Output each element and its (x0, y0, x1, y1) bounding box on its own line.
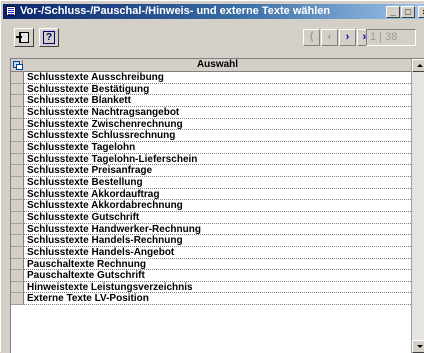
help-icon: ? (43, 31, 55, 44)
record-counter: 1 | 38 (366, 29, 416, 46)
row-selector[interactable] (11, 235, 24, 247)
row-label[interactable]: Schlusstexte Handwerker-Rechnung (24, 224, 411, 236)
row-label[interactable]: Schlusstexte Akkordauftrag (24, 189, 411, 201)
row-label[interactable]: Hinweistexte Leistungsverzeichnis (24, 282, 411, 294)
table-row[interactable]: Schlusstexte Nachtragsangebot (11, 106, 411, 119)
row-label[interactable]: Schlusstexte Tagelohn (24, 142, 411, 154)
row-label[interactable]: Schlusstexte Blankett (24, 95, 411, 107)
row-label[interactable]: Schlusstexte Ausschreibung (24, 72, 411, 84)
table-row[interactable]: Schlusstexte Handels-Angebot (11, 246, 411, 259)
row-selector[interactable] (11, 258, 24, 271)
table-row[interactable]: Schlusstexte Akkordauftrag (11, 188, 411, 201)
exit-button[interactable] (14, 28, 34, 47)
grid-rows: Schlusstexte Ausschreibung Schlusstexte B… (11, 72, 411, 306)
table-row[interactable]: Pauschaltexte Rechnung (11, 258, 411, 271)
table-row[interactable]: Schlusstexte Akkordabrechnung (11, 200, 411, 212)
table-row[interactable]: Schlusstexte Preisanfrage (11, 165, 411, 177)
row-label[interactable]: Schlusstexte Gutschrift (24, 212, 411, 224)
row-selector[interactable] (11, 141, 24, 154)
row-selector[interactable] (11, 211, 24, 224)
table-row[interactable]: Schlusstexte Tagelohn-Lieferschein (11, 153, 411, 166)
row-label[interactable]: Schlusstexte Akkordabrechnung (24, 200, 411, 212)
previous-record-button[interactable]: ‹ (321, 29, 338, 46)
row-selector[interactable] (11, 165, 24, 177)
row-selector[interactable] (11, 118, 24, 131)
table-window-icon (6, 6, 16, 16)
table-row[interactable]: Schlusstexte Zwischenrechnung (11, 118, 411, 131)
vertical-scrollbar[interactable] (411, 59, 424, 353)
table-row[interactable]: Schlusstexte Handels-Rechnung (11, 235, 411, 247)
table-row[interactable]: Schlusstexte Tagelohn (11, 141, 411, 154)
row-selector[interactable] (11, 270, 24, 282)
scroll-up-button[interactable] (412, 59, 424, 72)
selection-grid: Auswahl Schlusstexte Ausschreibung Schlus… (10, 58, 424, 353)
row-label[interactable]: Schlusstexte Bestätigung (24, 84, 411, 96)
table-row[interactable]: Schlusstexte Ausschreibung (11, 72, 411, 84)
table-row[interactable]: Externe Texte LV-Position (11, 293, 411, 306)
row-label[interactable]: Schlusstexte Nachtragsangebot (24, 107, 411, 119)
row-label[interactable]: Schlusstexte Tagelohn-Lieferschein (24, 154, 411, 166)
row-selector[interactable] (11, 246, 24, 259)
row-label[interactable]: Pauschaltexte Rechnung (24, 259, 411, 271)
table-row[interactable]: Schlusstexte Schlussrechnung (11, 130, 411, 142)
next-record-button[interactable]: › (339, 29, 356, 46)
row-selector[interactable] (11, 95, 24, 107)
row-selector[interactable] (11, 176, 24, 189)
row-selector[interactable] (11, 223, 24, 236)
row-selector[interactable] (11, 83, 24, 96)
grid-header: Auswahl (11, 59, 411, 72)
table-row[interactable]: Schlusstexte Gutschrift (11, 211, 411, 224)
row-label[interactable]: Schlusstexte Handels-Angebot (24, 247, 411, 259)
row-selector[interactable] (11, 153, 24, 166)
row-label[interactable]: Schlusstexte Schlussrechnung (24, 130, 411, 142)
first-record-button[interactable]: ⟨ (303, 29, 320, 46)
maximize-button[interactable]: □ (401, 6, 415, 18)
row-selector[interactable] (11, 188, 24, 201)
row-selector[interactable] (11, 130, 24, 142)
row-selector[interactable] (11, 293, 24, 306)
row-selector[interactable] (11, 72, 24, 84)
window-title: Vor-/Schluss-/Pauschal-/Hinweis- und ext… (20, 5, 331, 17)
scroll-down-button[interactable] (412, 340, 424, 353)
title-bar[interactable]: Vor-/Schluss-/Pauschal-/Hinweis- und ext… (3, 4, 424, 19)
dialog-window: Vor-/Schluss-/Pauschal-/Hinweis- und ext… (0, 0, 424, 353)
table-row[interactable]: Schlusstexte Bestellung (11, 176, 411, 189)
table-row[interactable]: Pauschaltexte Gutschrift (11, 270, 411, 282)
row-selector[interactable] (11, 106, 24, 119)
row-label[interactable]: Externe Texte LV-Position (24, 293, 411, 306)
close-button[interactable]: × (418, 6, 424, 18)
copy-rows-icon[interactable] (12, 60, 23, 70)
row-label[interactable]: Pauschaltexte Gutschrift (24, 270, 411, 282)
row-selector[interactable] (11, 281, 24, 294)
table-row[interactable]: Schlusstexte Handwerker-Rechnung (11, 223, 411, 236)
minimize-button[interactable]: _ (386, 6, 400, 18)
row-label[interactable]: Schlusstexte Bestellung (24, 177, 411, 189)
table-row[interactable]: Schlusstexte Blankett (11, 95, 411, 107)
table-row[interactable]: Schlusstexte Bestätigung (11, 83, 411, 96)
row-selector[interactable] (11, 200, 24, 212)
table-row[interactable]: Hinweistexte Leistungsverzeichnis (11, 281, 411, 294)
column-header-auswahl[interactable]: Auswahl (24, 59, 411, 71)
row-label[interactable]: Schlusstexte Preisanfrage (24, 165, 411, 177)
exit-door-icon (16, 32, 29, 43)
row-label[interactable]: Schlusstexte Zwischenrechnung (24, 119, 411, 131)
help-button[interactable]: ? (39, 28, 59, 47)
row-label[interactable]: Schlusstexte Handels-Rechnung (24, 235, 411, 247)
